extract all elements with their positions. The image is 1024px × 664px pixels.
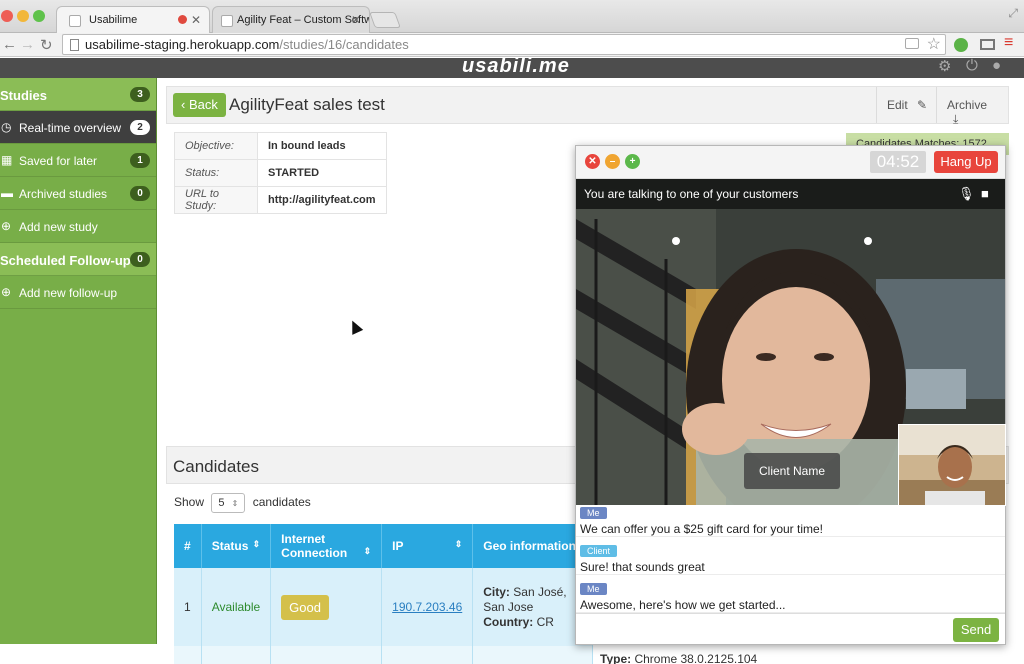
call-timer: 04:52 bbox=[870, 151, 926, 173]
self-video-thumbnail bbox=[898, 424, 1006, 506]
app-header: usabili.me ⚙ ⏻ ● bbox=[0, 55, 1024, 78]
chat-message: Client Sure! that sounds great bbox=[576, 537, 1005, 575]
extension-icon[interactable] bbox=[954, 38, 968, 52]
count-badge: 0 bbox=[130, 252, 150, 267]
candidates-table: # Status ⇕ Internet Connection ⇕ IP ⇕ Ge… bbox=[174, 524, 594, 664]
sidebar-item-archived-studies[interactable]: ▬ Archived studies 0 bbox=[0, 177, 156, 210]
back-arrow-icon[interactable]: ← bbox=[2, 36, 17, 53]
close-call-icon[interactable]: ✕ bbox=[585, 154, 600, 169]
address-bar[interactable]: usabilime-staging.herokuapp.com/studies/… bbox=[62, 34, 946, 55]
tab-usabilime[interactable]: Usabilime ✕ bbox=[56, 6, 210, 33]
sort-icon: ⇕ bbox=[363, 546, 372, 556]
menu-icon[interactable]: ≡ bbox=[1004, 34, 1013, 52]
power-icon[interactable]: ⏻ bbox=[966, 57, 978, 74]
close-tab-icon[interactable]: ✕ bbox=[191, 13, 201, 27]
page-favicon-icon bbox=[69, 15, 81, 27]
chat-input[interactable]: Send bbox=[576, 613, 1005, 645]
edit-button[interactable]: Edit ✎ bbox=[876, 87, 937, 123]
info-row: Objective: In bound leads bbox=[174, 132, 387, 160]
sidebar-section-studies[interactable]: Studies 3 bbox=[0, 78, 156, 111]
column-header[interactable]: # bbox=[174, 524, 202, 568]
sidebar: Studies 3 ◷ Real-time overview 2 ▦ Saved… bbox=[0, 78, 157, 644]
chevron-left-icon: ‹ bbox=[181, 97, 186, 112]
recording-icon bbox=[178, 15, 187, 24]
sidebar-item-saved-for-later[interactable]: ▦ Saved for later 1 bbox=[0, 144, 156, 177]
column-header[interactable]: Internet Connection ⇕ bbox=[270, 524, 383, 568]
pencil-icon: ✎ bbox=[917, 98, 928, 112]
new-tab-button[interactable] bbox=[369, 12, 401, 28]
url-host: usabilime-staging.herokuapp.com bbox=[85, 37, 280, 52]
sort-icon: ⇕ bbox=[454, 539, 463, 549]
user-icon[interactable]: ● bbox=[992, 57, 1001, 74]
minimize-call-icon[interactable]: – bbox=[605, 154, 620, 169]
column-header[interactable]: IP ⇕ bbox=[381, 524, 474, 568]
study-header: ‹ Back AgilityFeat sales test Edit ✎ Arc… bbox=[166, 86, 1009, 126]
download-icon: ⤓ bbox=[953, 112, 959, 126]
table-row[interactable]: 1 Available Good 190.7.203.46 City: San … bbox=[174, 568, 594, 646]
clock-icon: ◷ bbox=[1, 120, 12, 134]
ip-link[interactable]: 190.7.203.46 bbox=[392, 600, 462, 614]
video-camera-icon[interactable]: ■ bbox=[981, 186, 989, 201]
client-name-label: Client Name bbox=[744, 453, 840, 489]
tab-agility-feat[interactable]: Agility Feat – Custom Softw ✕ bbox=[212, 6, 370, 33]
plus-circle-icon: ⊕ bbox=[1, 219, 12, 233]
send-button[interactable]: Send bbox=[953, 618, 999, 642]
show-entries: Show 5 ⇕ candidates bbox=[174, 493, 311, 513]
close-window-icon[interactable] bbox=[1, 10, 13, 22]
updown-icon: ⇕ bbox=[231, 499, 239, 508]
page-favicon-icon bbox=[221, 15, 233, 27]
entries-select[interactable]: 5 ⇕ bbox=[211, 493, 246, 513]
back-button[interactable]: ‹ Back bbox=[173, 93, 226, 117]
camera-icon[interactable] bbox=[905, 38, 919, 49]
forward-arrow-icon[interactable]: → bbox=[20, 36, 35, 53]
microphone-icon[interactable]: 🎙 bbox=[958, 186, 975, 202]
folder-icon: ▬ bbox=[1, 186, 13, 200]
video-call-window: ✕ – + 04:52 Hang Up You are talking to o… bbox=[575, 145, 1006, 645]
browser-type-cell: Type: Chrome 38.0.2125.104 bbox=[600, 652, 758, 664]
hang-up-button[interactable]: Hang Up bbox=[934, 151, 998, 173]
reload-icon[interactable]: ↻ bbox=[40, 36, 53, 54]
expand-call-icon[interactable]: + bbox=[625, 154, 640, 169]
chat-message: Me We can offer you a $25 gift card for … bbox=[576, 505, 1005, 537]
sidebar-item-add-new-follow-up[interactable]: ⊕ Add new follow-up bbox=[0, 276, 156, 309]
connection-badge: Good bbox=[281, 594, 329, 620]
count-badge: 0 bbox=[130, 186, 150, 201]
sidebar-section-scheduled-follow-ups[interactable]: Scheduled Follow-ups 0 bbox=[0, 243, 156, 276]
fullscreen-icon[interactable]: ⤢ bbox=[1008, 6, 1018, 21]
sort-icon: ⇕ bbox=[252, 539, 261, 549]
count-badge: 1 bbox=[130, 153, 150, 168]
page-icon bbox=[70, 39, 79, 51]
close-tab-icon[interactable]: ✕ bbox=[351, 13, 361, 27]
plus-circle-icon: ⊕ bbox=[1, 285, 12, 299]
mouse-cursor bbox=[346, 318, 364, 335]
chat-log: Me We can offer you a $25 gift card for … bbox=[576, 505, 1005, 613]
calendar-icon: ▦ bbox=[1, 153, 13, 167]
self-video-frame bbox=[899, 425, 1005, 505]
chat-message: Me Awesome, here's how we get started... bbox=[576, 575, 1005, 613]
study-info-table: Objective: In bound leads Status: STARTE… bbox=[174, 132, 387, 214]
app-logo: usabili.me bbox=[462, 55, 570, 77]
maximize-window-icon[interactable] bbox=[33, 10, 45, 22]
count-badge: 2 bbox=[130, 120, 150, 135]
browser-toolbar: ← → ↻ usabilime-staging.herokuapp.com/st… bbox=[0, 33, 1024, 57]
page-title: AgilityFeat sales test bbox=[229, 95, 385, 114]
browser-tab-bar: Usabilime ✕ Agility Feat – Custom Softw … bbox=[0, 0, 1024, 33]
bookmark-star-icon[interactable]: ☆ bbox=[927, 34, 941, 54]
gear-icon[interactable]: ⚙ bbox=[938, 57, 951, 75]
table-row[interactable] bbox=[174, 646, 594, 664]
archive-button[interactable]: Archive ⤓ bbox=[936, 87, 1008, 126]
cast-icon[interactable] bbox=[980, 39, 995, 50]
call-titlebar: ✕ – + 04:52 Hang Up bbox=[576, 146, 1005, 179]
call-banner: You are talking to one of your customers… bbox=[576, 179, 1005, 209]
table-header-row: # Status ⇕ Internet Connection ⇕ IP ⇕ Ge… bbox=[174, 524, 594, 568]
minimize-window-icon[interactable] bbox=[17, 10, 29, 22]
info-row: Status: STARTED bbox=[174, 159, 387, 187]
sidebar-item-add-new-study[interactable]: ⊕ Add new study bbox=[0, 210, 156, 243]
info-row: URL to Study: http://agilityfeat.com bbox=[174, 186, 387, 214]
count-badge: 3 bbox=[130, 87, 150, 102]
url-path: /studies/16/candidates bbox=[279, 37, 409, 52]
sidebar-item-real-time-overview[interactable]: ◷ Real-time overview 2 bbox=[0, 111, 156, 144]
column-header[interactable]: Status ⇕ bbox=[201, 524, 272, 568]
